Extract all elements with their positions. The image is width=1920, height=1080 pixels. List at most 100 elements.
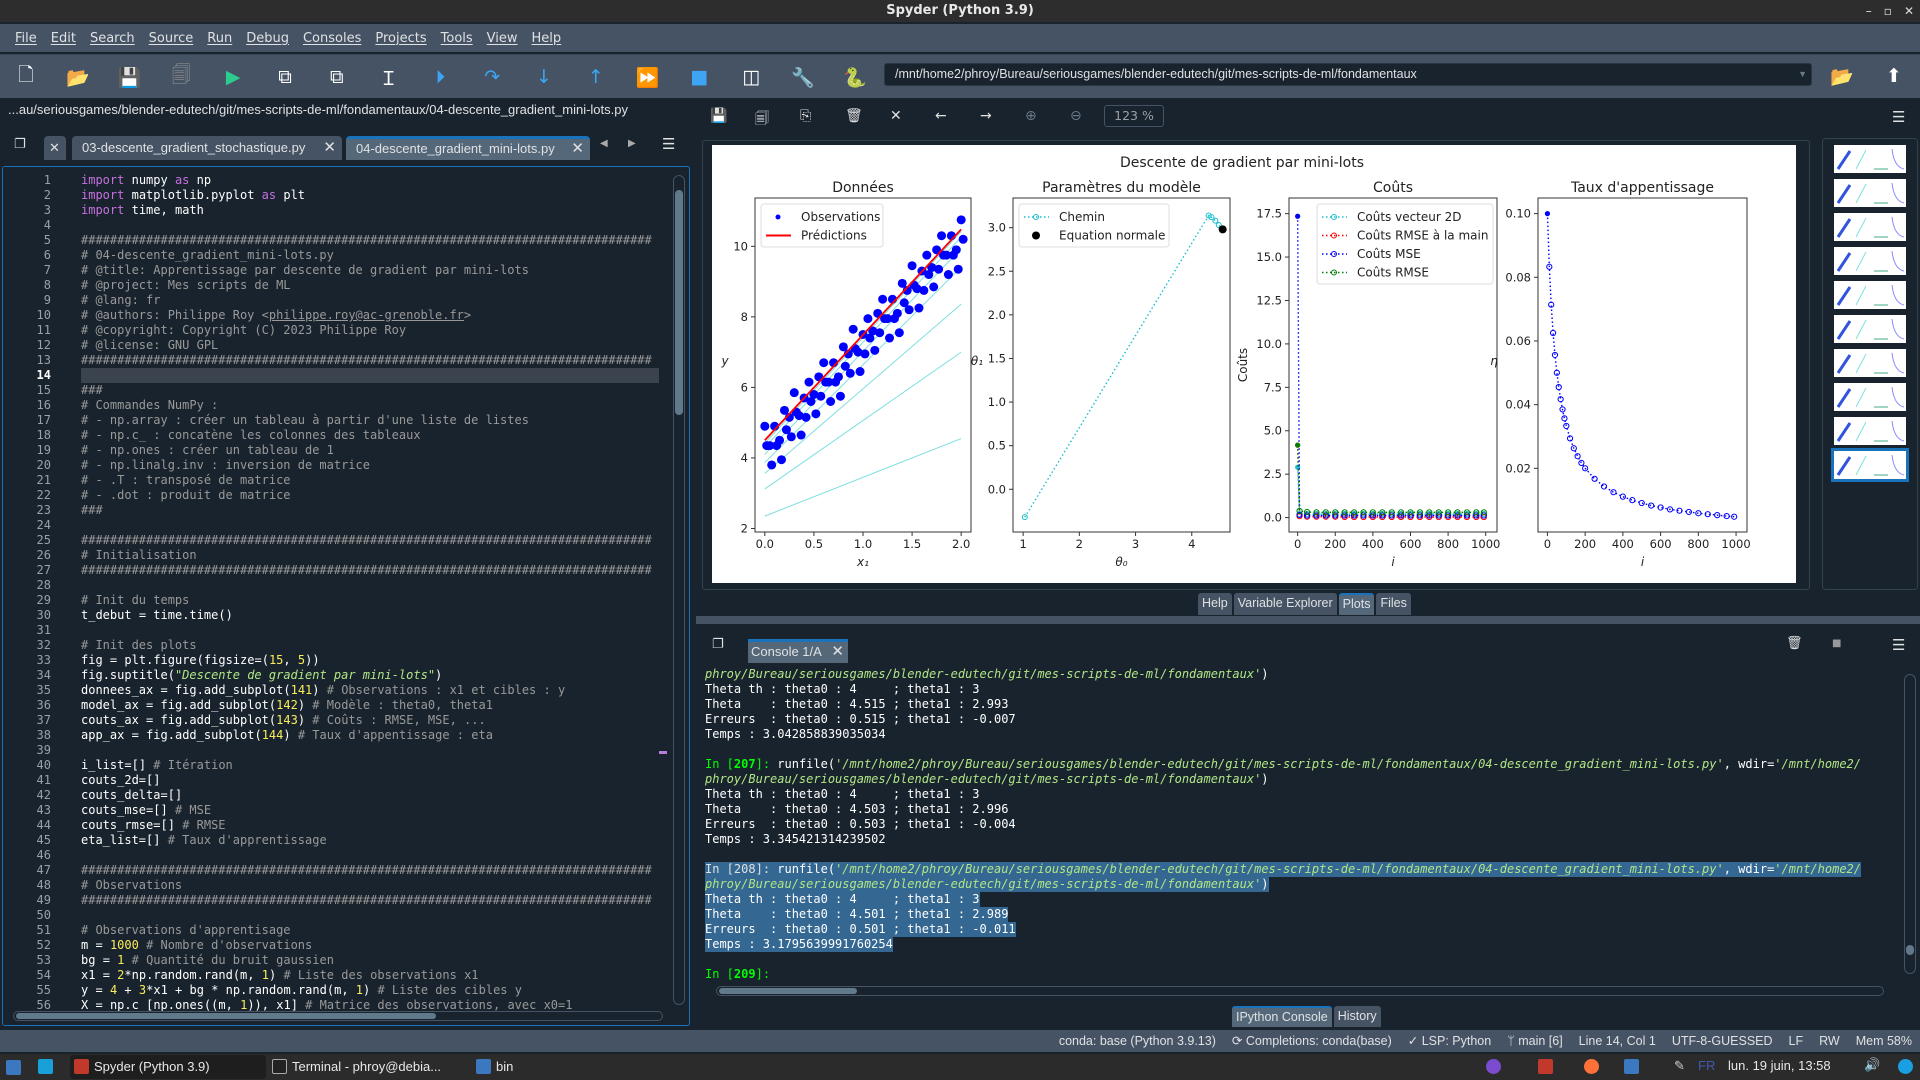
open-file-icon[interactable]: 📂 [64, 63, 92, 91]
conda-env-status[interactable]: conda: base (Python 3.9.13) [1059, 1030, 1216, 1052]
spyder-tray-icon[interactable] [1538, 1059, 1553, 1074]
plot-thumbnail[interactable] [1834, 179, 1906, 207]
completions-status[interactable]: Completions: conda(base) [1246, 1034, 1392, 1048]
tab-files[interactable]: Files [1376, 593, 1411, 615]
continue-icon[interactable]: ⏩ [634, 63, 662, 91]
run-selection-icon[interactable]: Ｉ [375, 63, 403, 91]
editor-vertical-scrollbar[interactable] [673, 175, 685, 1005]
preferences-icon[interactable]: 🔧 [789, 63, 817, 91]
plot-thumbnail[interactable] [1834, 349, 1906, 377]
zoom-level[interactable]: 123 % [1104, 105, 1164, 127]
remove-variables-icon[interactable]: 🗑 [1786, 636, 1803, 651]
maximize-pane-icon[interactable]: ◫ [737, 63, 765, 91]
python-path-manager-icon[interactable]: 🐍 [841, 63, 869, 91]
network-icon[interactable]: ✎ [1674, 1058, 1685, 1074]
zoom-in-icon[interactable]: ⊕ [1025, 108, 1037, 124]
browse-console-tabs-icon[interactable]: ❐ [712, 637, 724, 652]
menu-projects[interactable]: Projects [368, 31, 433, 46]
step-into-icon[interactable]: ↓ [530, 63, 558, 91]
browse-folder-icon[interactable]: 📂 [1828, 62, 1856, 90]
save-plot-icon[interactable]: 💾 [710, 108, 727, 124]
editor-options-menu-icon[interactable]: ☰ [662, 135, 675, 153]
scrollbar-thumb[interactable] [16, 1013, 436, 1019]
emacs-icon[interactable] [1486, 1059, 1501, 1074]
browse-tabs-icon[interactable]: ❐ [14, 137, 26, 152]
code-area[interactable]: import numpy as np import matplotlib.pypl… [81, 167, 657, 1025]
plot-thumbnail[interactable] [1834, 383, 1906, 411]
menu-debug[interactable]: Debug [239, 31, 296, 46]
firefox-icon[interactable] [1584, 1059, 1599, 1074]
close-icon[interactable]: ✕ [831, 642, 844, 662]
tab-help[interactable]: Help [1198, 593, 1232, 615]
scrollbar-thumb[interactable] [719, 988, 857, 994]
plot-thumbnail[interactable] [1834, 247, 1906, 275]
maximize-button[interactable]: ▫ [1884, 0, 1892, 22]
debug-icon[interactable]: ⏵ [426, 63, 454, 91]
workspace-switcher-icon[interactable] [1624, 1059, 1639, 1074]
tab-console-1a[interactable]: Console 1/A ✕ [748, 639, 848, 663]
menu-file[interactable]: File [8, 31, 44, 46]
console-horizontal-scrollbar[interactable] [716, 986, 1884, 996]
menu-help[interactable]: Help [525, 31, 569, 46]
step-return-icon[interactable]: ↑ [582, 63, 610, 91]
stop-icon[interactable]: ■ [685, 63, 713, 91]
menu-view[interactable]: View [480, 31, 525, 46]
menu-source[interactable]: Source [142, 31, 201, 46]
tab-plots[interactable]: Plots [1338, 593, 1375, 615]
screenshot-tool-icon[interactable] [38, 1059, 53, 1074]
tab-variable-explorer[interactable]: Variable Explorer [1233, 593, 1337, 615]
plot-thumbnail[interactable] [1834, 315, 1906, 343]
run-cell-advance-icon[interactable]: ⧉ [323, 63, 351, 91]
run-cell-icon[interactable]: ⧉ [271, 63, 299, 91]
scroll-tabs-left-icon[interactable]: ◀ [600, 138, 608, 149]
zoom-out-icon[interactable]: ⊖ [1070, 108, 1082, 124]
copy-icon[interactable]: ⎘ [800, 108, 811, 124]
close-button[interactable]: ✕ [1904, 0, 1914, 22]
close-icon[interactable]: ✕ [323, 136, 336, 160]
console-vertical-scrollbar[interactable] [1904, 674, 1916, 974]
git-branch-status[interactable]: main [6] [1518, 1034, 1562, 1048]
plot-thumbnail[interactable] [1834, 417, 1906, 445]
volume-icon[interactable]: 🔊 [1864, 1057, 1880, 1073]
plot-thumbnail[interactable] [1834, 213, 1906, 241]
remove-icon[interactable]: 🗑 [845, 108, 863, 124]
editor-horizontal-scrollbar[interactable] [13, 1011, 663, 1021]
save-all-plots-icon[interactable]: 🗐 [755, 108, 769, 132]
menu-edit[interactable]: Edit [44, 31, 83, 46]
working-directory-input[interactable]: /mnt/home2/phroy/Bureau/seriousgames/ble… [884, 63, 1812, 86]
bluetooth-icon[interactable] [1898, 1059, 1913, 1074]
console-options-menu-icon[interactable]: ☰ [1892, 636, 1905, 654]
task-bin-folder[interactable]: bin [472, 1055, 552, 1079]
save-icon[interactable]: 💾 [116, 63, 144, 91]
chevron-down-icon[interactable]: ▼ [1798, 64, 1807, 85]
pane-splitter[interactable] [696, 616, 1920, 624]
interrupt-kernel-icon[interactable]: ■ [1832, 638, 1841, 649]
code-editor[interactable]: 1 2 3 4 5 6 7 8 9 10 11 12 13 14 15 16 17 18 19 20 21 22 23 24 2… [2, 166, 690, 1026]
save-all-icon[interactable]: 🗐 [167, 63, 195, 91]
plots-options-menu-icon[interactable]: ☰ [1892, 108, 1905, 126]
tab-history[interactable]: History [1333, 1006, 1381, 1027]
scrollbar-thumb[interactable] [1906, 945, 1914, 955]
step-icon[interactable]: ↷ [478, 63, 506, 91]
scroll-tabs-right-icon[interactable]: ▶ [628, 138, 636, 149]
close-all-icon[interactable]: ✕ [44, 136, 66, 160]
ipython-console[interactable]: phroy/Bureau/seriousgames/blender-edutec… [700, 666, 1904, 980]
parent-directory-icon[interactable]: ⬆ [1880, 62, 1908, 90]
keyboard-layout[interactable]: FR [1698, 1058, 1715, 1073]
task-terminal[interactable]: Terminal - phroy@debia... [268, 1055, 474, 1079]
file-manager-icon[interactable] [6, 1060, 21, 1075]
tab-ipython-console[interactable]: IPython Console [1232, 1006, 1332, 1027]
next-icon[interactable]: → [980, 108, 992, 124]
menu-consoles[interactable]: Consoles [296, 31, 368, 46]
menu-search[interactable]: Search [83, 31, 142, 46]
menu-tools[interactable]: Tools [434, 31, 480, 46]
remove-all-icon[interactable]: ✕ [890, 108, 902, 124]
plot-thumbnail[interactable] [1834, 145, 1906, 173]
tab-04-descente-gradient-mini-lots[interactable]: 04-descente_gradient_mini-lots.py ✕ [346, 136, 590, 160]
clock[interactable]: lun. 19 juin, 13:58 [1728, 1058, 1831, 1073]
lsp-status[interactable]: LSP: Python [1422, 1034, 1492, 1048]
plot-thumbnail[interactable] [1831, 448, 1909, 482]
previous-icon[interactable]: ← [935, 108, 947, 124]
scrollbar-thumb[interactable] [675, 190, 683, 415]
menu-run[interactable]: Run [200, 31, 239, 46]
